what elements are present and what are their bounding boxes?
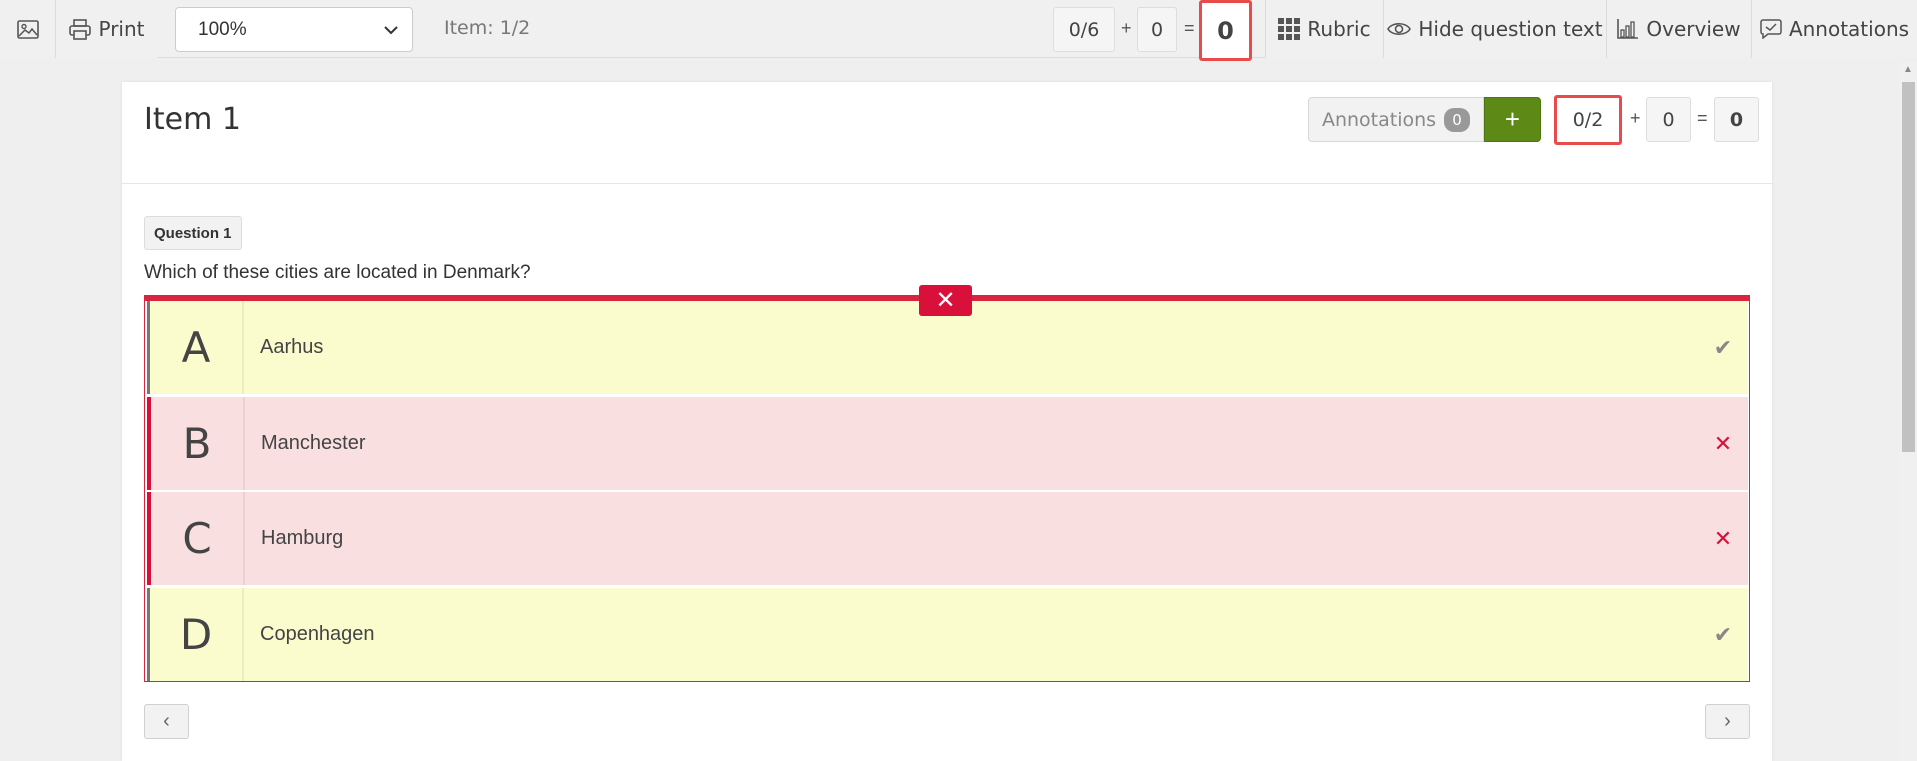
scroll-up-arrow-icon[interactable]: ▲ [1903,64,1913,75]
answer-letter: A [150,301,244,394]
answer-label: Manchester [261,432,366,454]
chevron-down-icon [384,19,398,41]
top-toolbar: Print 100% Item: 1/2 0/6 + 0 = 0 Rubric … [0,0,1917,61]
comment-check-icon [1760,19,1782,39]
answer-label: Hamburg [261,527,344,549]
incorrect-badge-icon: ✕ [919,285,972,316]
printer-icon [69,18,92,40]
item-title: Item 1 [144,102,241,137]
answer-option-c[interactable]: C Hamburg ✕ [147,492,1748,585]
item-annotations-button[interactable]: Annotations 0 [1308,97,1484,142]
item-score-max: 0/2 [1554,95,1622,145]
check-icon: ✔ [1713,334,1733,360]
annotations-count-badge: 0 [1444,107,1471,132]
hide-question-label: Hide question text [1418,17,1603,41]
rubric-label: Rubric [1307,17,1371,41]
item-annotations-label: Annotations [1321,108,1437,131]
plus-sign: + [1121,18,1132,38]
add-annotation-button[interactable]: + [1484,97,1541,142]
question-tag: Question 1 [144,216,242,250]
item-score-result: 0 [1714,97,1759,142]
hide-question-button[interactable]: Hide question text [1383,0,1606,58]
next-question-button[interactable]: › [1705,704,1750,739]
answer-label: Copenhagen [260,623,375,645]
plus-icon: + [1504,104,1521,134]
answer-list: A Aarhus ✔ B Manchester ✕ C Hamburg ✕ D … [144,295,1750,682]
question-text: Which of these cities are located in Den… [144,262,531,283]
eye-icon [1387,21,1412,37]
check-icon: ✔ [1713,621,1733,647]
total-score-result: 0 [1199,0,1252,61]
print-label: Print [98,17,145,41]
item-score-bonus: 0 [1646,97,1691,142]
zoom-select[interactable]: 100% [175,7,413,52]
item-counter: Item: 1/2 [444,17,531,39]
annotations-toolbar-button[interactable]: Annotations [1751,0,1917,58]
cross-icon: ✕ [1713,525,1733,551]
total-score-bonus: 0 [1137,7,1177,52]
cross-icon: ✕ [1713,430,1733,456]
equals-sign: = [1184,18,1195,38]
answer-option-d[interactable]: D Copenhagen ✔ [147,588,1748,681]
item-plus-sign: + [1630,108,1641,128]
answer-letter: C [151,492,245,585]
scrollbar-thumb[interactable] [1902,82,1915,452]
image-icon [16,19,39,39]
bar-chart-icon [1617,19,1639,39]
annotations-toolbar-label: Annotations [1788,17,1910,41]
image-button[interactable] [0,0,55,58]
item-equals-sign: = [1697,108,1708,128]
item-header: Item 1 Annotations 0 + 0/2 + 0 = 0 [122,82,1772,184]
total-score-max: 0/6 [1053,7,1115,52]
overview-label: Overview [1646,17,1741,41]
answer-letter: D [150,588,244,681]
item-card: Item 1 Annotations 0 + 0/2 + 0 = 0 Quest… [122,82,1772,761]
print-button[interactable]: Print [55,0,158,58]
answer-label: Aarhus [260,336,324,358]
grid-icon [1278,18,1301,40]
overview-button[interactable]: Overview [1606,0,1751,58]
answer-option-b[interactable]: B Manchester ✕ [147,397,1748,490]
rubric-button[interactable]: Rubric [1265,0,1383,58]
previous-question-button[interactable]: ‹ [144,704,189,739]
answer-letter: B [151,397,245,490]
zoom-value: 100% [198,18,247,40]
